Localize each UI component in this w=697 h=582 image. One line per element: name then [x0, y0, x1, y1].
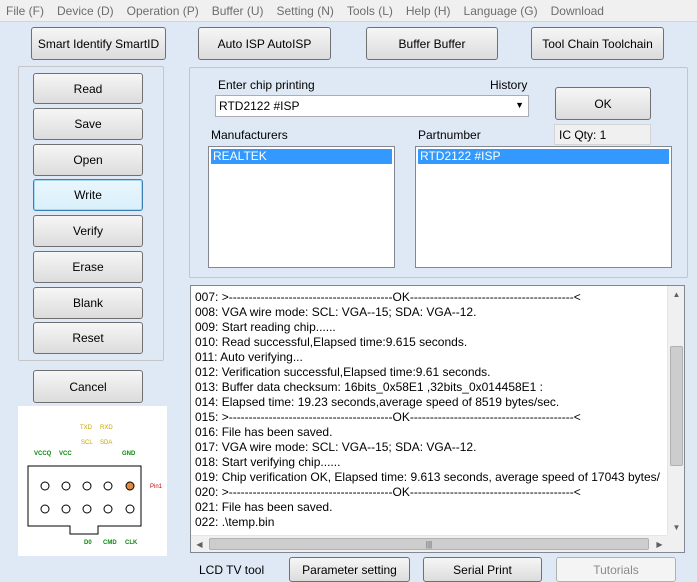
pin-label-cmd: CMD — [103, 540, 117, 546]
log-line: 008: VGA wire mode: SCL: VGA--15; SDA: V… — [195, 305, 477, 319]
log-vertical-scrollbar[interactable]: ▲ ▼ — [667, 286, 684, 536]
pin-hole — [61, 481, 71, 491]
pin-label-txd: TXD — [80, 425, 93, 431]
scroll-left-icon[interactable]: ◀ — [191, 536, 208, 553]
log-line: 012: Verification successful,Elapsed tim… — [195, 365, 491, 379]
log-line: 009: Start reading chip...... — [195, 320, 336, 334]
open-button[interactable]: Open — [33, 144, 143, 176]
toolchain-button[interactable]: Tool Chain Toolchain — [531, 27, 664, 60]
manufacturers-label: Manufacturers — [211, 128, 288, 142]
ic-qty-value: IC Qty: 1 — [559, 127, 607, 142]
menu-bar: File (F) Device (D) Operation (P) Buffer… — [0, 0, 697, 22]
blank-button[interactable]: Blank — [33, 287, 143, 319]
lcd-tv-tool-tab[interactable]: LCD TV tool — [199, 563, 264, 577]
menu-download[interactable]: Download — [551, 4, 604, 18]
dropdown-arrow-icon[interactable]: ▼ — [515, 100, 524, 110]
tutorials-button: Tutorials — [556, 557, 676, 582]
log-line: 022: .\temp.bin — [195, 515, 275, 529]
scroll-corner — [667, 535, 684, 552]
ic-qty-field: IC Qty: 1 — [554, 124, 651, 145]
menu-buffer[interactable]: Buffer (U) — [212, 4, 264, 18]
menu-setting[interactable]: Setting (N) — [277, 4, 334, 18]
menu-language[interactable]: Language (G) — [464, 4, 538, 18]
log-line: 018: Start verifying chip...... — [195, 455, 341, 469]
pin-hole — [125, 504, 135, 514]
log-output[interactable]: 007: >----------------------------------… — [190, 285, 685, 553]
partnumber-label: Partnumber — [418, 128, 481, 142]
reset-button[interactable]: Reset — [33, 322, 143, 354]
read-button[interactable]: Read — [33, 73, 143, 104]
pin-hole — [103, 504, 113, 514]
pin-label-vccq: VCCQ — [34, 451, 52, 457]
menu-help[interactable]: Help (H) — [406, 4, 451, 18]
connector-diagram: TXD RXD SCL SDA VCCQ VCC GND Pin1 D0 CMD… — [27, 425, 163, 546]
parameter-setting-button[interactable]: Parameter setting — [289, 557, 410, 582]
serial-print-button[interactable]: Serial Print — [423, 557, 542, 582]
menu-tools[interactable]: Tools (L) — [347, 4, 393, 18]
log-line: 021: File has been saved. — [195, 500, 333, 514]
pin-label-gnd: GND — [122, 451, 136, 457]
log-line: 015: >----------------------------------… — [195, 410, 581, 424]
pin-label-scl: SCL — [81, 440, 93, 446]
pin-hole — [61, 504, 71, 514]
partnumber-item[interactable]: RTD2122 #ISP — [418, 149, 669, 164]
pin-hole — [40, 504, 50, 514]
scroll-up-icon[interactable]: ▲ — [668, 286, 685, 303]
connector-outline — [27, 465, 142, 535]
ok-button[interactable]: OK — [555, 87, 651, 120]
buffer-button[interactable]: Buffer Buffer — [366, 27, 498, 60]
write-button[interactable]: Write — [33, 179, 143, 211]
log-line: 011: Auto verifying... — [195, 350, 303, 364]
pin-hole — [40, 481, 50, 491]
log-line: 010: Read successful,Elapsed time:9.615 … — [195, 335, 468, 349]
pin-label-vcc: VCC — [59, 451, 72, 457]
menu-device[interactable]: Device (D) — [57, 4, 114, 18]
pin-label-rxd: RXD — [100, 425, 113, 431]
chip-printing-combo[interactable]: RTD2122 #ISP ▼ — [215, 95, 529, 117]
auto-isp-button[interactable]: Auto ISP AutoISP — [198, 27, 331, 60]
partnumber-list[interactable]: RTD2122 #ISP — [415, 146, 672, 268]
smart-identify-button[interactable]: Smart Identify SmartID — [31, 27, 166, 60]
log-line: 017: VGA wire mode: SCL: VGA--15; SDA: V… — [195, 440, 477, 454]
pin-label-pin1: Pin1 — [150, 484, 163, 490]
pin-label-clk: CLK — [125, 540, 138, 546]
log-line: 016: File has been saved. — [195, 425, 333, 439]
scroll-right-icon[interactable]: ▶ — [651, 536, 668, 553]
log-horizontal-scrollbar[interactable]: ◀ ||| ▶ — [191, 535, 668, 552]
pin-label-sda: SDA — [100, 440, 112, 446]
log-line: 007: >----------------------------------… — [195, 290, 581, 304]
manufacturers-list[interactable]: REALTEK — [208, 146, 395, 268]
history-label: History — [490, 78, 528, 92]
pin1-hole — [125, 481, 135, 491]
erase-button[interactable]: Erase — [33, 251, 143, 283]
log-line: 013: Buffer data checksum: 16bits_0x58E1… — [195, 380, 544, 394]
chip-printing-value: RTD2122 #ISP — [219, 99, 300, 113]
pin-hole — [82, 481, 92, 491]
menu-operation[interactable]: Operation (P) — [127, 4, 199, 18]
pin-label-d0: D0 — [84, 540, 92, 546]
log-line: 020: >----------------------------------… — [195, 485, 581, 499]
enter-chip-label: Enter chip printing — [218, 78, 315, 92]
verify-button[interactable]: Verify — [33, 215, 143, 247]
cancel-button[interactable]: Cancel — [33, 370, 143, 403]
pinout-diagram: TXD RXD SCL SDA VCCQ VCC GND Pin1 D0 CMD… — [18, 406, 167, 556]
pin-hole — [103, 481, 113, 491]
horizontal-scroll-thumb[interactable]: ||| — [209, 538, 649, 550]
save-button[interactable]: Save — [33, 108, 143, 140]
manufacturer-item[interactable]: REALTEK — [211, 149, 392, 164]
log-lines: 007: >----------------------------------… — [195, 290, 669, 534]
log-line: 014: Elapsed time: 19.23 seconds,average… — [195, 395, 560, 409]
pin-hole — [82, 504, 92, 514]
log-line: 019: Chip verification OK, Elapsed time:… — [195, 470, 660, 484]
scroll-down-icon[interactable]: ▼ — [668, 519, 685, 536]
vertical-scroll-thumb[interactable] — [670, 346, 683, 466]
menu-file[interactable]: File (F) — [6, 4, 44, 18]
